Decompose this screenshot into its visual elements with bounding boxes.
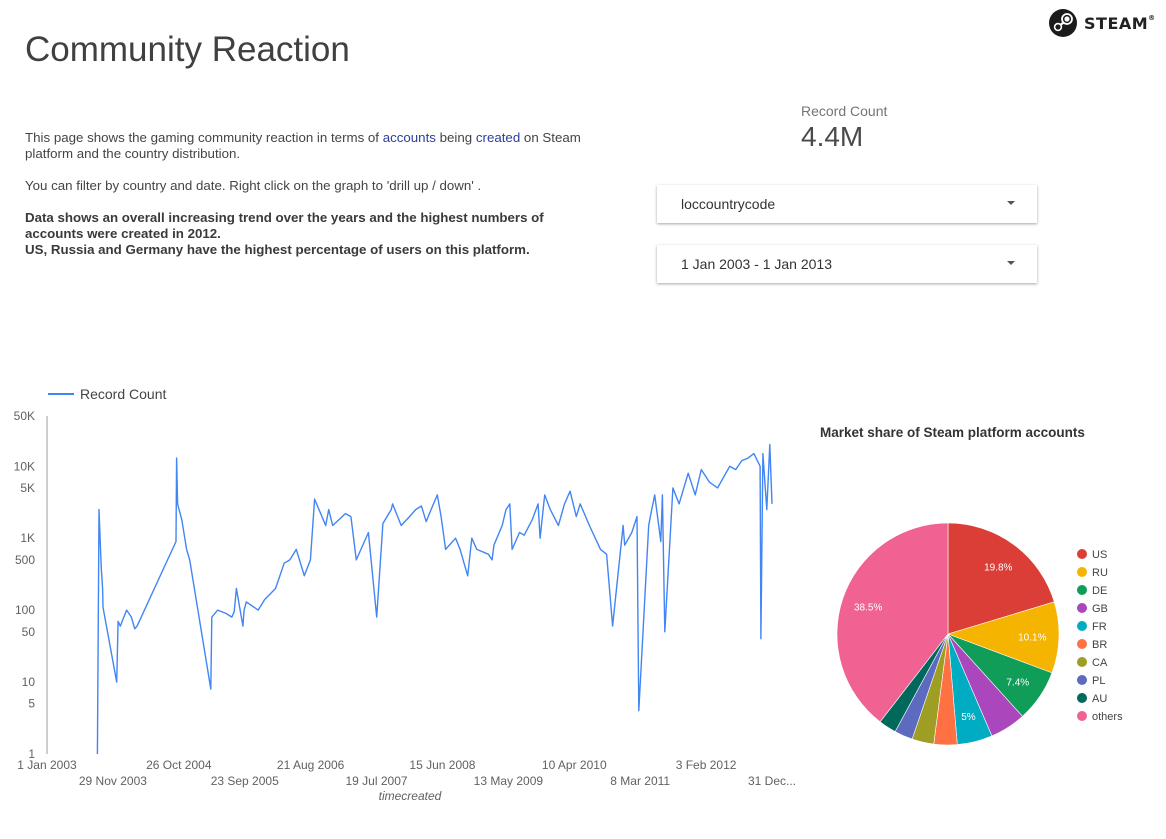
page-title: Community Reaction	[25, 30, 350, 69]
legend-label-others: others	[1092, 711, 1123, 723]
x-tick-label: 19 Jul 2007	[346, 774, 408, 788]
x-tick-label: 15 Jun 2008	[409, 758, 475, 772]
insight-trend: Data shows an overall increasing trend o…	[25, 210, 544, 241]
record-count-scorecard: Record Count 4.4M	[801, 103, 887, 153]
scorecard-value: 4.4M	[801, 121, 864, 152]
legend-swatch-de	[1077, 585, 1087, 595]
legend-swatch-gb	[1077, 603, 1087, 613]
pie-slice-label: 10.1%	[1018, 633, 1046, 644]
legend-swatch-ca	[1077, 657, 1087, 667]
pie-chart-plot[interactable]: 19.8% 10.1% 7.4% 5% 38.5% US RU DE GB FR BR CA PL AU o…	[820, 440, 1160, 820]
description-insights: Data shows an overall increasing trend o…	[25, 210, 595, 258]
steam-logo-text: STEAM®	[1084, 13, 1156, 33]
legend-label-ca: CA	[1092, 657, 1108, 669]
y-tick-label: 100	[15, 603, 35, 617]
date-range-picker[interactable]: 1 Jan 2003 - 1 Jan 2013	[657, 245, 1037, 283]
x-tick-label: 23 Sep 2005	[211, 774, 279, 788]
x-tick-label: 1 Jan 2003	[17, 758, 77, 772]
legend-label-fr: FR	[1092, 621, 1107, 633]
legend-label-pl: PL	[1092, 675, 1105, 687]
pie-slice-label: 5%	[961, 712, 976, 723]
steam-logo-icon	[1049, 9, 1077, 37]
x-tick-label: 21 Aug 2006	[277, 758, 345, 772]
legend-label: Record Count	[80, 386, 166, 402]
x-tick-label: 31 Dec...	[748, 774, 796, 788]
dropdown-caret-icon	[1007, 261, 1015, 265]
insight-countries: US, Russia and Germany have the highest …	[25, 242, 530, 257]
scorecard-label: Record Count	[801, 103, 888, 119]
date-range-label: 1 Jan 2003 - 1 Jan 2013	[681, 256, 833, 272]
description-filter-hint: You can filter by country and date. Righ…	[25, 178, 482, 193]
y-tick-label: 50	[22, 625, 36, 639]
pie-chart-title: Market share of Steam platform accounts	[820, 425, 1085, 440]
pie-slice-label: 7.4%	[1006, 677, 1029, 688]
market-share-pie-chart[interactable]: Market share of Steam platform accounts …	[820, 425, 1160, 820]
legend-swatch-au	[1077, 693, 1087, 703]
legend-swatch-fr	[1077, 621, 1087, 631]
x-axis-label: timecreated	[379, 789, 442, 803]
steam-logo: STEAM®	[1048, 8, 1156, 38]
legend-label-us: US	[1092, 549, 1107, 561]
record-count-line-chart[interactable]: Record Count50K10K5K1K5001005010511 Jan …	[0, 380, 810, 810]
legend-swatch-pl	[1077, 675, 1087, 685]
country-filter-label: loccountrycode	[681, 196, 776, 212]
x-tick-label: 10 Apr 2010	[542, 758, 607, 772]
x-tick-label: 3 Feb 2012	[676, 758, 737, 772]
x-tick-label: 26 Oct 2004	[146, 758, 212, 772]
y-tick-label: 10K	[14, 459, 35, 473]
dropdown-caret-icon	[1007, 201, 1015, 205]
pie-slice-label: 19.8%	[984, 562, 1012, 573]
y-tick-label: 500	[15, 553, 35, 567]
highlight-created: created	[475, 130, 521, 145]
x-tick-label: 13 May 2009	[474, 774, 544, 788]
legend-swatch-others	[1077, 711, 1087, 721]
legend-label-ru: RU	[1092, 567, 1108, 579]
country-filter-dropdown[interactable]: loccountrycode	[657, 185, 1037, 223]
highlight-accounts: accounts	[382, 130, 436, 145]
pie-slice-label: 38.5%	[854, 603, 882, 614]
x-tick-label: 8 Mar 2011	[610, 774, 670, 788]
x-tick-label: 29 Nov 2003	[79, 774, 147, 788]
record-count-series-line	[96, 443, 773, 755]
y-tick-label: 5K	[20, 481, 35, 495]
legend-label-au: AU	[1092, 693, 1107, 705]
y-tick-label: 5	[28, 697, 35, 711]
description-intro: This page shows the gaming community rea…	[25, 130, 581, 161]
y-tick-label: 10	[22, 675, 36, 689]
legend-label-br: BR	[1092, 639, 1107, 651]
legend-label-gb: GB	[1092, 603, 1108, 615]
page-description: This page shows the gaming community rea…	[25, 130, 595, 274]
legend-swatch-us	[1077, 549, 1087, 559]
y-tick-label: 1K	[20, 531, 35, 545]
legend-swatch-br	[1077, 639, 1087, 649]
legend-swatch-ru	[1077, 567, 1087, 577]
registered-mark: ®	[1148, 13, 1156, 22]
y-tick-label: 50K	[14, 409, 35, 423]
legend-label-de: DE	[1092, 585, 1107, 597]
